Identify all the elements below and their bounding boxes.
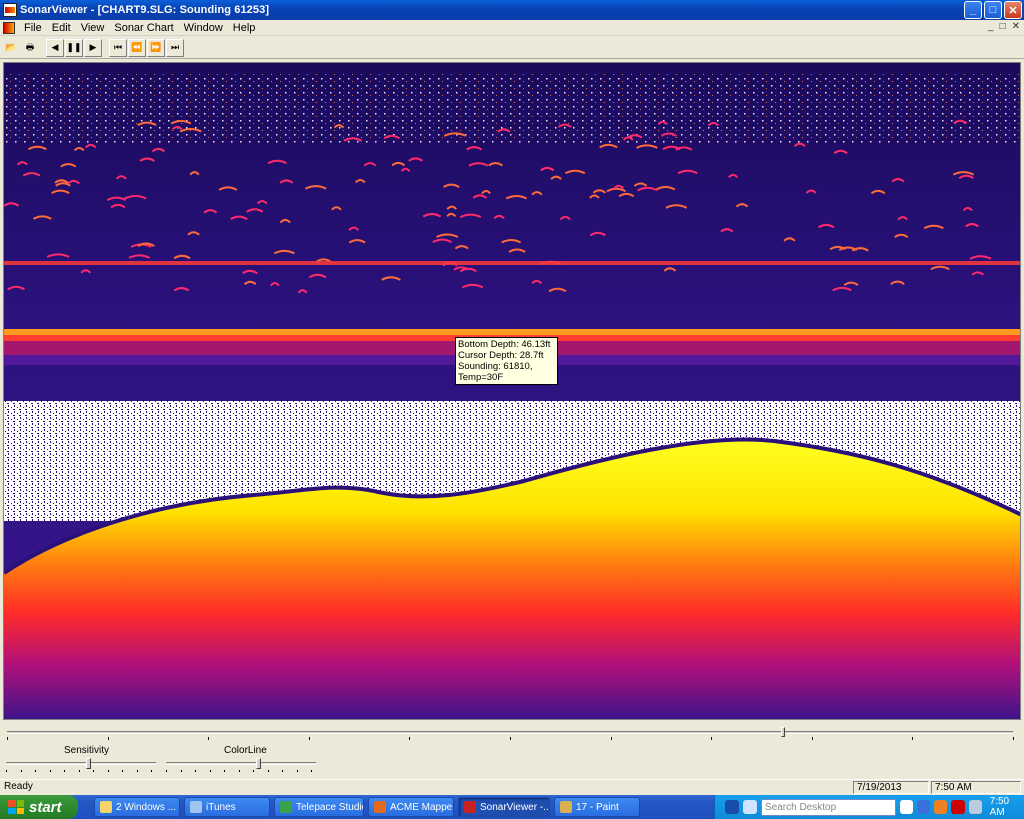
minimize-button[interactable]: _	[964, 1, 982, 19]
status-date: 7/19/2013	[853, 781, 929, 794]
firefox-tray-icon[interactable]	[934, 800, 948, 814]
telepace-icon	[280, 801, 292, 813]
fast-forward-icon[interactable]: ⏩	[147, 38, 165, 57]
depth-tooltip: Bottom Depth: 46.13ft Cursor Depth: 28.7…	[455, 337, 558, 385]
status-time: 7:50 AM	[931, 781, 1021, 794]
sounding-text: Sounding: 61810,	[458, 361, 533, 372]
close-button[interactable]: ✕	[1004, 1, 1022, 19]
maximize-button[interactable]: □	[984, 1, 1002, 19]
document-icon[interactable]	[3, 21, 15, 34]
last-icon[interactable]: ⏭	[166, 38, 184, 57]
pause-icon[interactable]: ❚❚	[65, 38, 83, 57]
open-folder-icon[interactable]: 📂	[2, 39, 20, 57]
menu-file[interactable]: File	[19, 22, 47, 34]
window-controls: _ □ ✕	[964, 1, 1022, 19]
menu-window[interactable]: Window	[179, 22, 228, 34]
network-icon[interactable]	[743, 800, 757, 814]
cursor-depth-text: Cursor Depth: 28.7ft	[458, 350, 544, 361]
title-bar: SonarViewer - [CHART9.SLG: Sounding 6125…	[0, 0, 1024, 20]
colorline-slider[interactable]	[166, 758, 316, 772]
status-bar: Ready 7/19/2013 7:50 AM	[0, 779, 1024, 794]
monitor-icon[interactable]	[968, 800, 982, 814]
system-tray: Search Desktop 7:50 AM	[714, 795, 1024, 819]
mdi-controls: _ □ ✕	[988, 21, 1020, 32]
step-back-icon[interactable]: ◀	[46, 38, 64, 57]
taskbar: start 2 Windows ... iTunes Telepace Stud…	[0, 795, 1024, 819]
taskbar-item-windows[interactable]: 2 Windows ...	[94, 797, 180, 817]
taskbar-item-sonarviewer[interactable]: SonarViewer -...	[458, 797, 550, 817]
windows-logo-icon	[8, 800, 24, 814]
play-icon[interactable]: ▶	[84, 38, 102, 57]
help-icon[interactable]	[725, 800, 739, 814]
sonarviewer-app-icon[interactable]	[3, 3, 17, 17]
mdi-close-button[interactable]: ✕	[1012, 21, 1020, 32]
start-label: start	[29, 798, 62, 816]
colorline-thumb[interactable]	[256, 758, 261, 769]
menu-bar: File Edit View Sonar Chart Window Help _…	[0, 20, 1024, 36]
paint-icon	[560, 801, 572, 813]
first-icon[interactable]: ⏮	[109, 38, 127, 57]
sensitivity-thumb[interactable]	[86, 758, 91, 769]
rewind-icon[interactable]: ⏪	[128, 38, 146, 57]
menu-view[interactable]: View	[76, 22, 110, 34]
temp-text: Temp=30F	[458, 372, 504, 383]
taskbar-item-itunes[interactable]: iTunes	[184, 797, 270, 817]
sonarviewer-icon	[464, 801, 476, 813]
colorline-track[interactable]	[166, 762, 316, 765]
mdi-restore-button[interactable]: □	[1000, 21, 1006, 32]
menu-help[interactable]: Help	[228, 22, 261, 34]
taskbar-item-telepace[interactable]: Telepace Studio	[274, 797, 364, 817]
search-desktop-input[interactable]: Search Desktop	[761, 798, 897, 816]
sonar-chart[interactable]	[3, 62, 1021, 720]
search-icon[interactable]	[900, 800, 914, 814]
bottom-depth-text: Bottom Depth: 46.13ft	[458, 339, 551, 350]
taskbar-clock: 7:50 AM	[989, 796, 1010, 818]
back-icon[interactable]	[917, 800, 931, 814]
menu-edit[interactable]: Edit	[47, 22, 76, 34]
playback-track[interactable]	[7, 731, 1013, 734]
mdi-minimize-button[interactable]: _	[988, 21, 994, 32]
status-text: Ready	[4, 781, 33, 792]
sonar-image	[4, 63, 1020, 719]
firefox-icon	[374, 801, 386, 813]
playback-thumb[interactable]	[781, 727, 785, 737]
taskbar-item-acme[interactable]: ACME Mappe...	[368, 797, 454, 817]
antivirus-icon[interactable]	[951, 800, 965, 814]
sensitivity-slider[interactable]	[6, 758, 156, 772]
print-icon[interactable]: 🖶	[21, 39, 39, 57]
folder-icon	[100, 801, 112, 813]
playback-ticks	[3, 737, 1021, 741]
start-button[interactable]: start	[0, 795, 78, 819]
sensitivity-label: Sensitivity	[64, 745, 110, 756]
itunes-icon	[190, 801, 202, 813]
colorline-label: ColorLine	[224, 745, 267, 756]
window-title: SonarViewer - [CHART9.SLG: Sounding 6125…	[20, 4, 270, 16]
taskbar-item-paint[interactable]: 17 - Paint	[554, 797, 640, 817]
sensitivity-track[interactable]	[6, 762, 156, 765]
menu-sonar-chart[interactable]: Sonar Chart	[109, 22, 178, 34]
toolbar: 📂 🖶 ◀ ❚❚ ▶ ⏮ ⏪ ⏩ ⏭	[0, 37, 1024, 59]
